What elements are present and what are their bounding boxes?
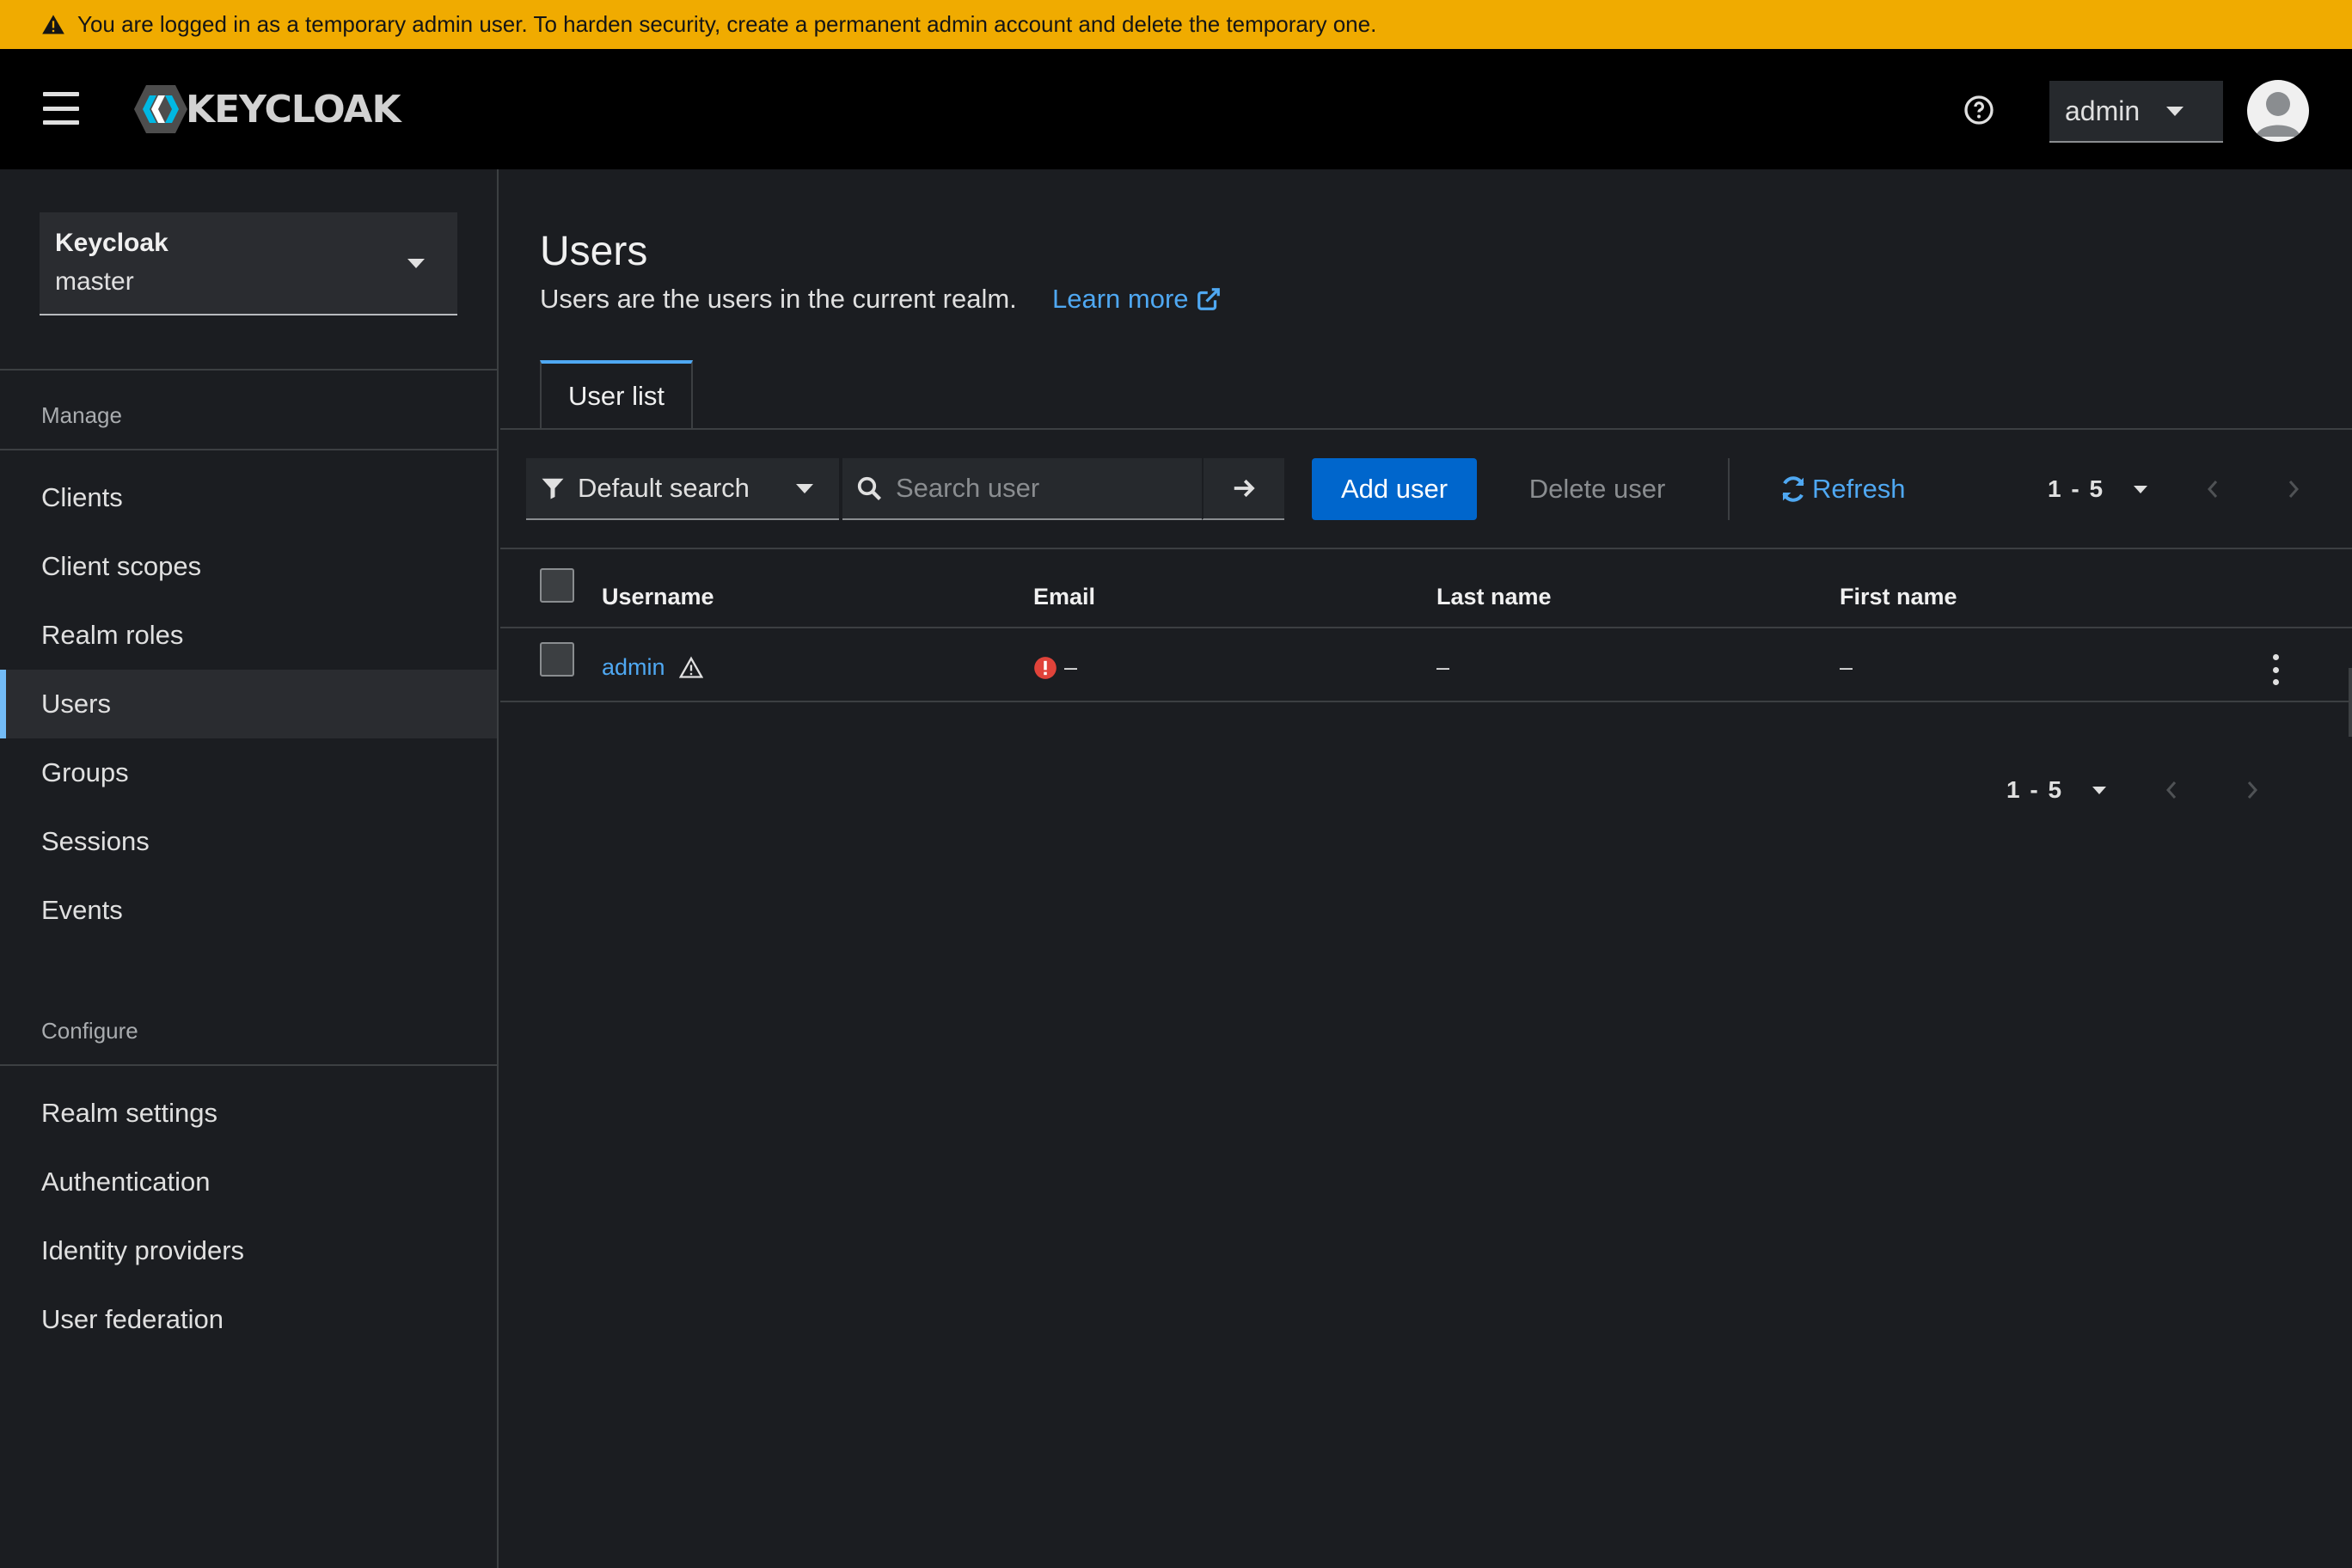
search-submit-button[interactable] <box>1202 458 1284 520</box>
column-header-email[interactable]: Email <box>1033 584 1095 610</box>
question-circle-icon[interactable] <box>1963 95 1994 126</box>
search-user-input[interactable] <box>896 473 1188 504</box>
pagination-range[interactable]: 1 - 5 <box>2006 776 2063 804</box>
sidebar: Keycloak master Manage Clients Client sc… <box>0 169 499 1568</box>
sidebar-divider <box>0 369 499 371</box>
caret-down-icon <box>407 259 425 268</box>
column-header-first-name[interactable]: First name <box>1840 584 1957 610</box>
select-all-checkbox[interactable] <box>540 568 574 603</box>
next-page-icon[interactable] <box>2285 476 2302 502</box>
logo-text: KEYCLOAK <box>186 87 401 132</box>
column-header-username[interactable]: Username <box>602 584 714 610</box>
column-header-last-name[interactable]: Last name <box>1436 584 1552 610</box>
main-content: Users Users are the users in the current… <box>500 169 2352 1568</box>
sidebar-item-groups[interactable]: Groups <box>0 738 497 807</box>
banner-text: You are logged in as a temporary admin u… <box>77 11 1377 37</box>
previous-page-icon[interactable] <box>2163 777 2180 803</box>
username-value: admin <box>602 654 665 680</box>
user-menu-dropdown[interactable]: admin <box>2049 81 2223 143</box>
sidebar-item-identity-providers[interactable]: Identity providers <box>0 1216 497 1285</box>
previous-page-icon[interactable] <box>2204 476 2221 502</box>
refresh-icon <box>1782 476 1804 502</box>
delete-user-button[interactable]: Delete user <box>1511 458 1683 520</box>
tab-user-list[interactable]: User list <box>540 360 693 429</box>
filter-icon <box>542 478 564 499</box>
table-row-email: – <box>1033 654 1077 681</box>
caret-down-icon[interactable] <box>2092 787 2106 794</box>
caret-down-icon <box>2166 107 2184 116</box>
warning-triangle-icon <box>42 14 64 34</box>
arrow-right-icon <box>1234 479 1255 498</box>
sidebar-item-sessions[interactable]: Sessions <box>0 807 497 876</box>
toolbar-divider <box>500 548 2352 549</box>
realm-selector-name: Keycloak <box>55 229 168 257</box>
tab-divider <box>500 428 2352 430</box>
sidebar-divider <box>0 449 499 450</box>
row-select-checkbox[interactable] <box>540 642 574 677</box>
hamburger-menu-icon[interactable] <box>43 92 79 125</box>
email-value: – <box>1064 654 1078 680</box>
add-user-button[interactable]: Add user <box>1312 458 1477 520</box>
refresh-label: Refresh <box>1812 474 1906 504</box>
nav-section-configure: Configure <box>41 1018 138 1044</box>
masthead: KEYCLOAK admin <box>0 49 2352 169</box>
refresh-button[interactable]: Refresh <box>1779 458 1906 520</box>
row-actions-kebab-icon[interactable] <box>2263 654 2288 685</box>
caret-down-icon <box>796 484 813 493</box>
scroll-edge <box>2349 668 2352 737</box>
table-header-divider <box>500 627 2352 628</box>
search-user-field <box>842 458 1202 520</box>
search-icon <box>857 476 882 501</box>
top-pagination: 1 - 5 <box>2048 468 2300 511</box>
avatar[interactable] <box>2247 80 2309 142</box>
default-search-dropdown[interactable]: Default search <box>526 458 839 520</box>
table-row-first-name: – <box>1840 654 1853 680</box>
user-avatar-icon <box>2256 92 2300 137</box>
next-page-icon[interactable] <box>2244 777 2261 803</box>
sidebar-item-authentication[interactable]: Authentication <box>0 1148 497 1216</box>
sidebar-item-user-federation[interactable]: User federation <box>0 1285 497 1354</box>
nav-section-manage: Manage <box>41 402 122 428</box>
page-title: Users <box>540 229 648 274</box>
sidebar-item-realm-roles[interactable]: Realm roles <box>0 601 497 670</box>
table-row-divider <box>500 701 2352 702</box>
user-menu-label: admin <box>2065 95 2141 126</box>
keycloak-logo[interactable]: KEYCLOAK <box>132 83 401 135</box>
bottom-pagination: 1 - 5 <box>2006 769 2258 812</box>
caret-down-icon[interactable] <box>2134 486 2147 493</box>
sidebar-item-events[interactable]: Events <box>0 876 497 945</box>
learn-more-link[interactable]: Learn more <box>1052 284 1222 315</box>
realm-selector[interactable]: Keycloak master <box>40 212 457 315</box>
exclamation-circle-icon <box>1034 656 1057 679</box>
sidebar-item-realm-settings[interactable]: Realm settings <box>0 1079 497 1148</box>
filter-label: Default search <box>578 473 750 503</box>
external-link-icon <box>1197 288 1220 310</box>
temporary-admin-banner: You are logged in as a temporary admin u… <box>0 0 2352 49</box>
page-subtitle: Users are the users in the current realm… <box>540 284 1017 314</box>
table-row-last-name: – <box>1436 654 1450 680</box>
sidebar-item-users[interactable]: Users <box>0 670 497 738</box>
keycloak-logo-icon <box>134 85 187 133</box>
pagination-range[interactable]: 1 - 5 <box>2048 475 2104 503</box>
sidebar-item-client-scopes[interactable]: Client scopes <box>0 532 497 601</box>
realm-selector-realm: master <box>55 267 134 296</box>
learn-more-label: Learn more <box>1052 284 1189 314</box>
table-row-username-link[interactable]: admin <box>602 654 703 681</box>
toolbar-separator <box>1728 458 1730 520</box>
sidebar-divider <box>0 1064 499 1066</box>
warning-triangle-icon[interactable] <box>678 656 703 680</box>
sidebar-item-clients[interactable]: Clients <box>0 463 497 532</box>
